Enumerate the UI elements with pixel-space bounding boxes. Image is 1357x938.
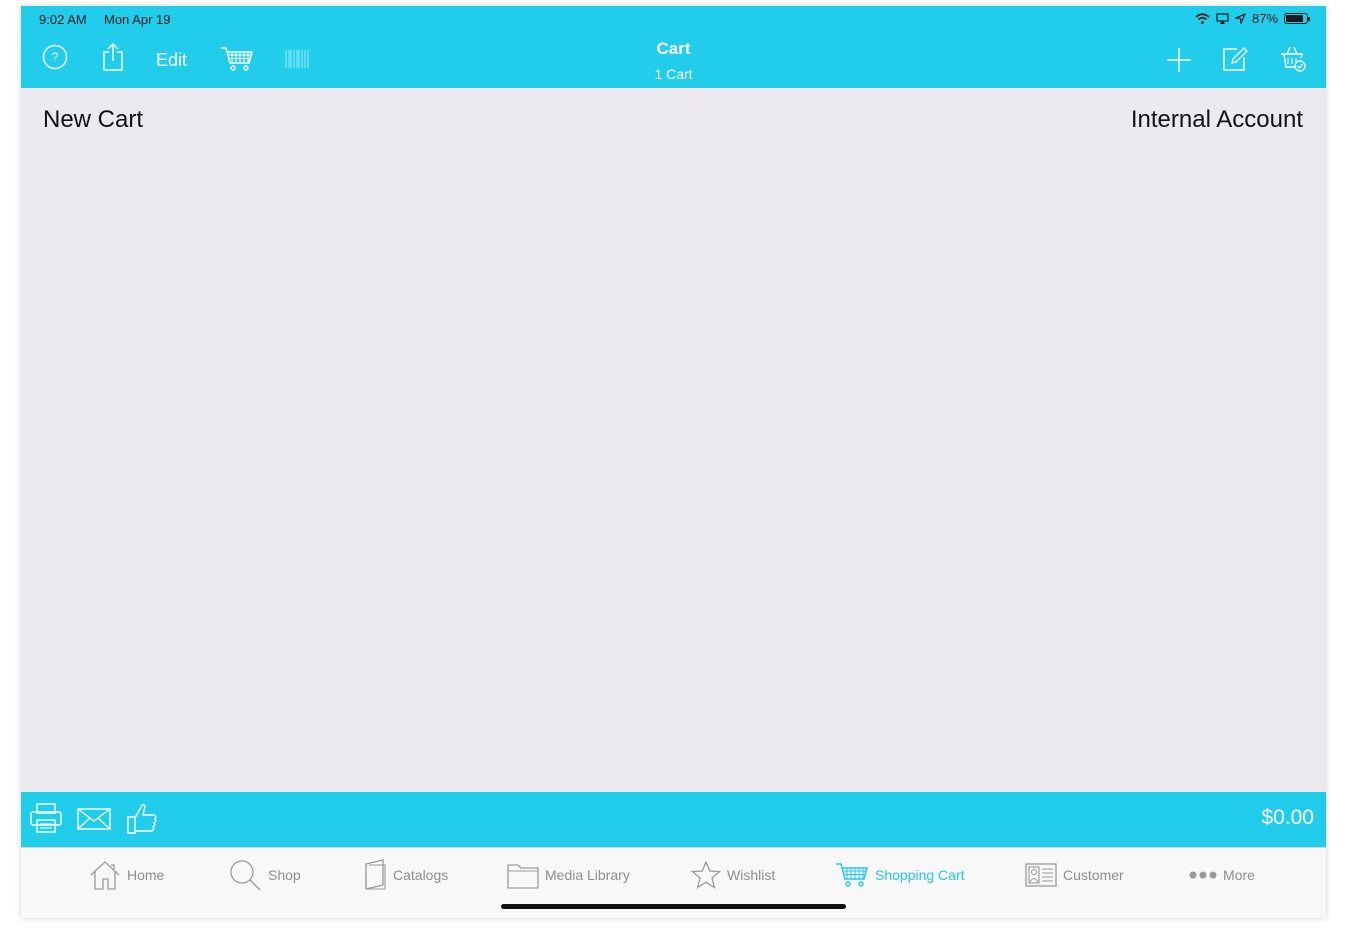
status-time: 9:02 AM [39,12,87,27]
tab-wishlist[interactable]: Wishlist [691,858,775,892]
status-date: Mon Apr 19 [104,12,171,27]
tab-customer[interactable]: Customer [1025,858,1124,892]
compose-icon[interactable] [1222,46,1248,72]
tab-shop[interactable]: Shop [228,858,301,892]
basket-check-icon[interactable] [1279,45,1307,73]
cart-total: $0.00 [1261,806,1314,829]
wifi-icon [1195,13,1210,24]
thumbs-up-icon[interactable] [125,801,159,835]
home-icon [90,861,120,890]
tab-label: Media Library [545,867,630,883]
tab-media-library[interactable]: Media Library [507,858,630,892]
search-icon [230,860,261,891]
account-name[interactable]: Internal Account [1131,106,1303,134]
book-icon [365,859,386,890]
status-indicators: 87% [1195,11,1310,26]
cart-footer-toolbar: $0.00 [21,792,1326,847]
tab-shopping-cart[interactable]: Shopping Cart [835,858,965,892]
battery-icon [1284,13,1310,24]
battery-percent: 87% [1251,11,1278,26]
tab-label: Shopping Cart [875,867,965,883]
tab-label: Home [127,867,165,883]
screen-mirroring-icon [1216,13,1229,24]
folder-icon [507,864,539,889]
tab-label: Shop [268,867,301,883]
page-subtitle: 1 Cart [654,66,693,82]
location-arrow-icon [1234,13,1246,24]
printer-icon[interactable] [29,802,63,834]
navigation-bar: 9:02 AM Mon Apr 19 87% ? Edit Cart 1 Car… [21,6,1326,88]
tab-more[interactable]: More [1189,858,1255,892]
tab-home[interactable]: Home [89,858,164,892]
plus-icon[interactable] [1166,47,1192,73]
more-icon [1189,871,1217,879]
app-window: 9:02 AM Mon Apr 19 87% ? Edit Cart 1 Car… [21,6,1326,918]
tab-bar: Home Shop Catalogs Media Library Wishlis… [21,847,1326,918]
star-icon [691,860,721,889]
tab-catalogs[interactable]: Catalogs [363,858,448,892]
tab-label: More [1223,867,1255,883]
tab-label: Customer [1063,867,1124,883]
tab-label: Catalogs [393,867,449,883]
tab-label: Wishlist [727,867,776,883]
cart-name[interactable]: New Cart [43,106,143,134]
contact-card-icon [1025,863,1057,887]
mail-icon[interactable] [77,808,111,830]
home-indicator[interactable] [501,904,846,909]
page-title: Cart [656,39,691,58]
cart-icon [836,863,868,887]
